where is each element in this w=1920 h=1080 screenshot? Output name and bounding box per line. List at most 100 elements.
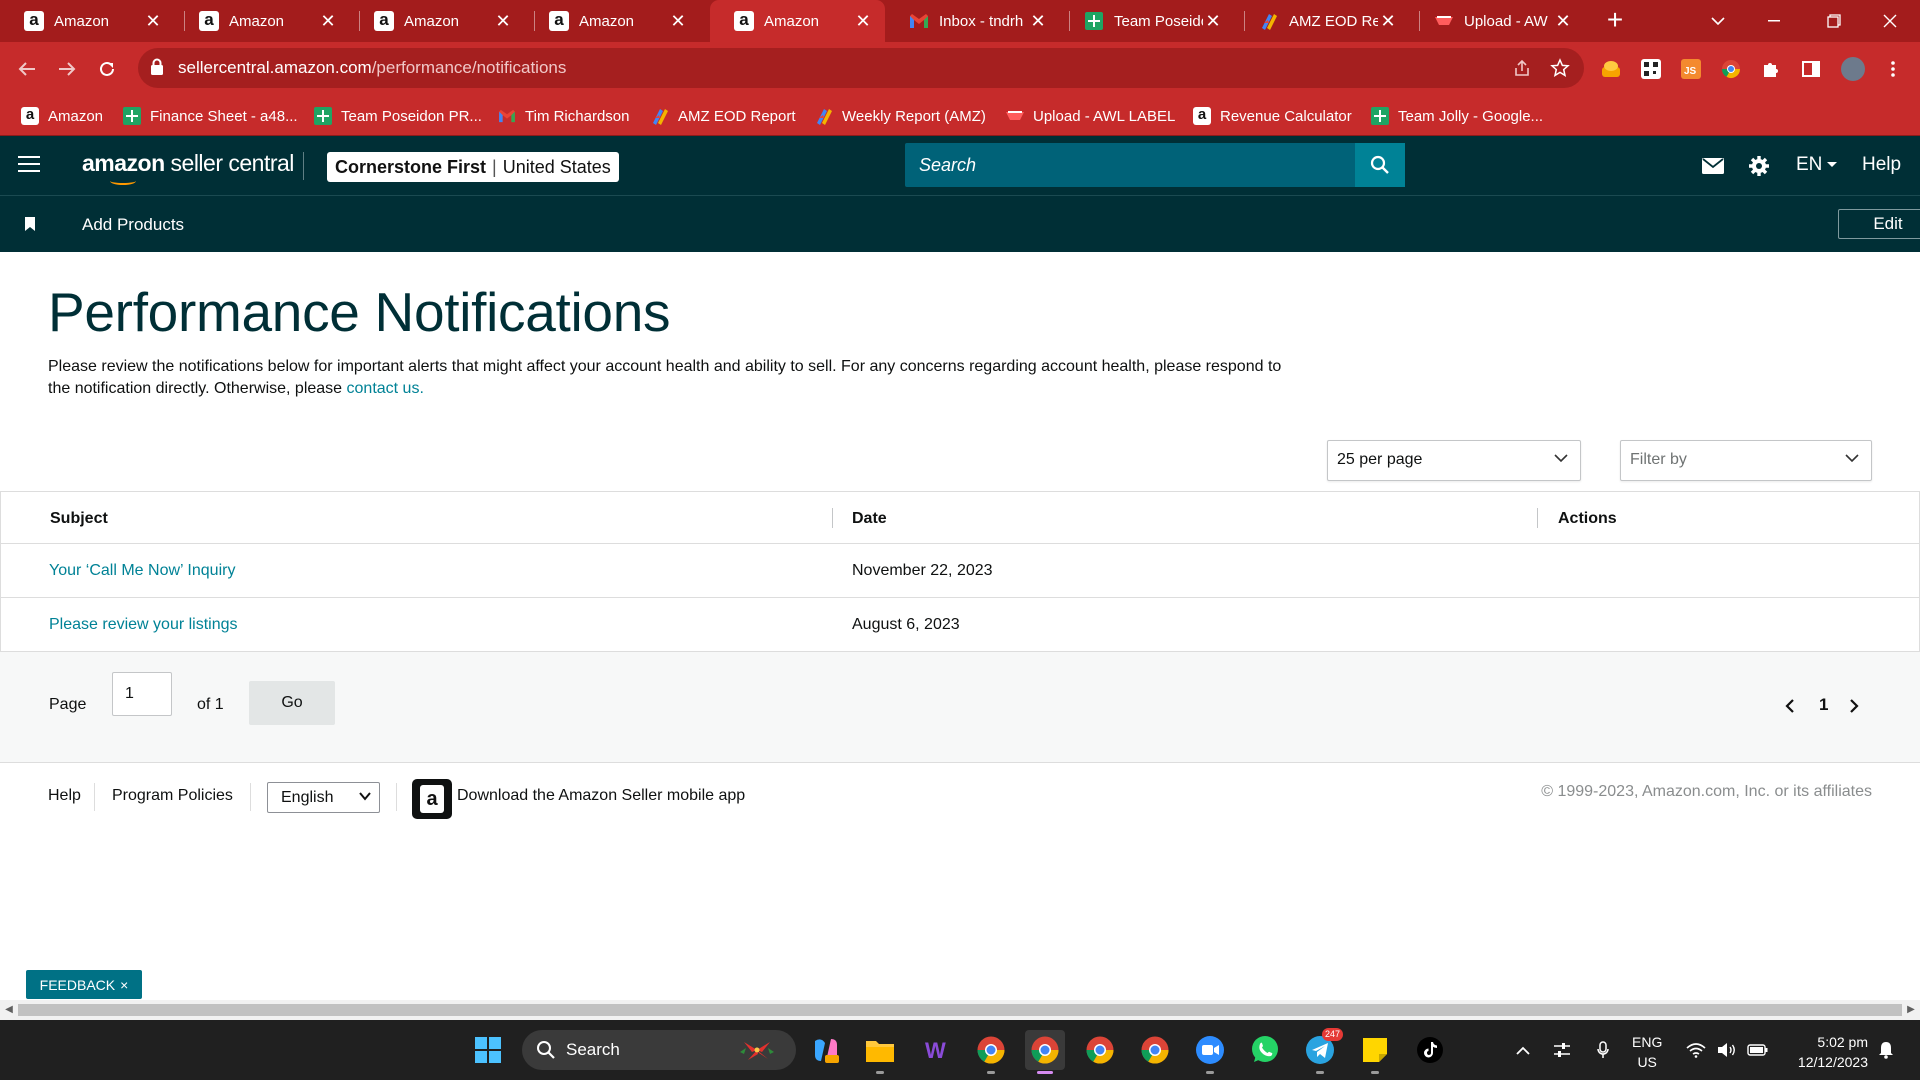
tab-search-icon[interactable] (1692, 0, 1744, 42)
program-policies-link[interactable]: Program Policies (112, 787, 233, 805)
close-tab-icon[interactable]: ✕ (493, 11, 513, 31)
browser-tab[interactable]: Inbox - tndrh ✕ (885, 0, 1060, 42)
footer-language-select[interactable]: English (267, 782, 380, 813)
tiktok-icon[interactable] (1410, 1030, 1450, 1070)
close-tab-icon[interactable]: ✕ (318, 11, 338, 31)
chrome-profile-icon[interactable] (971, 1030, 1011, 1074)
browser-tab[interactable]: a Amazon ✕ (350, 0, 525, 42)
feedback-button[interactable]: FEEDBACK × (26, 970, 142, 999)
contact-us-link[interactable]: contact us. (347, 380, 424, 397)
per-page-dropdown[interactable]: 25 per page (1327, 440, 1581, 481)
microphone-icon[interactable] (1590, 1020, 1616, 1080)
browser-menu-icon[interactable] (1878, 54, 1908, 84)
scroll-right-arrow-icon[interactable]: ▶ (1906, 1005, 1916, 1015)
scroll-left-arrow-icon[interactable]: ◀ (4, 1005, 14, 1015)
bookmark-item[interactable]: Team Poseidon PR... (313, 96, 482, 136)
bookmark-item[interactable]: Finance Sheet - a48... (122, 96, 298, 136)
bookmark-item[interactable]: Upload - AWL LABEL (1005, 96, 1175, 136)
go-button[interactable]: Go (249, 681, 335, 725)
system-clock[interactable]: 5:02 pm 12/12/2023 (1786, 1032, 1868, 1072)
bookmark-item[interactable]: a Amazon (20, 96, 103, 136)
seller-central-logo[interactable]: amazon seller central (82, 150, 294, 185)
whatsapp-icon[interactable] (1245, 1030, 1285, 1070)
file-explorer-icon[interactable] (860, 1030, 900, 1074)
bookmark-item[interactable]: Team Jolly - Google... (1370, 96, 1543, 136)
search-input[interactable]: Search (905, 143, 1405, 187)
app-w-icon[interactable]: W (916, 1030, 956, 1070)
mail-icon[interactable] (1700, 154, 1726, 178)
close-tab-icon[interactable]: ✕ (853, 11, 873, 31)
taskbar-search[interactable]: Search (522, 1030, 796, 1070)
extension-chrome-icon[interactable] (1716, 54, 1746, 84)
bookmark-item[interactable]: AMZ EOD Report (650, 96, 796, 136)
footer-help-link[interactable]: Help (48, 787, 81, 805)
new-tab-button[interactable]: + (1600, 6, 1630, 36)
browser-tab[interactable]: a Amazon ✕ (175, 0, 350, 42)
lock-icon[interactable] (150, 58, 164, 76)
add-products-link[interactable]: Add Products (82, 215, 184, 235)
close-window-icon[interactable] (1862, 0, 1918, 42)
settings-gear-icon[interactable] (1746, 154, 1772, 178)
show-hidden-icons-chevron-icon[interactable] (1510, 1020, 1536, 1080)
browser-tab[interactable]: Upload - AW ✕ (1410, 0, 1585, 42)
download-app-link[interactable]: Download the Amazon Seller mobile app (457, 787, 745, 805)
copilot-icon[interactable] (806, 1030, 846, 1070)
browser-tab[interactable]: Team Poseido ✕ (1060, 0, 1235, 42)
bookmark-item[interactable]: Weekly Report (AMZ) (814, 96, 986, 136)
extension-qr-icon[interactable] (1636, 54, 1666, 84)
battery-icon[interactable] (1744, 1020, 1772, 1080)
zoom-icon[interactable] (1190, 1030, 1230, 1074)
sliders-icon[interactable] (1548, 1020, 1576, 1080)
close-tab-icon[interactable]: ✕ (1378, 11, 1398, 31)
close-tab-icon[interactable]: ✕ (1553, 11, 1573, 31)
notification-subject-link[interactable]: Your ‘Call Me Now’ Inquiry (49, 562, 235, 580)
chevron-right-icon[interactable] (1849, 698, 1859, 714)
url-text[interactable]: sellercentral.amazon.com/performance/not… (178, 58, 566, 78)
store-selector[interactable]: Cornerstone First | United States (327, 152, 619, 182)
notification-bell-icon[interactable] (1872, 1020, 1900, 1080)
close-tab-icon[interactable]: ✕ (1028, 11, 1048, 31)
bookmark-item[interactable]: a Revenue Calculator (1192, 96, 1352, 136)
chrome-profile-icon[interactable] (1080, 1030, 1120, 1070)
language-selector[interactable]: EN (1796, 154, 1838, 176)
extensions-puzzle-icon[interactable] (1756, 54, 1786, 84)
minimize-window-icon[interactable] (1746, 0, 1802, 42)
forward-arrow-icon[interactable] (52, 54, 82, 84)
back-arrow-icon[interactable] (12, 54, 42, 84)
seller-app-icon[interactable]: a (412, 779, 452, 819)
browser-tab[interactable]: a Amazon ✕ (525, 0, 700, 42)
share-icon[interactable] (1511, 57, 1533, 79)
page-number-input[interactable]: 1 (112, 672, 172, 716)
input-language-indicator[interactable]: ENG US (1632, 1032, 1662, 1072)
close-icon[interactable]: × (120, 977, 128, 993)
side-panel-icon[interactable] (1796, 54, 1826, 84)
horizontal-scrollbar[interactable]: ◀ ▶ (0, 1000, 1920, 1020)
notification-subject-link[interactable]: Please review your listings (49, 616, 238, 634)
chrome-profile-icon[interactable] (1135, 1030, 1175, 1070)
extension-honey-icon[interactable] (1596, 54, 1626, 84)
browser-tab[interactable]: a Amazon ✕ (0, 0, 175, 42)
wifi-icon[interactable] (1682, 1020, 1710, 1080)
edit-bookmarks-button[interactable]: Edit (1838, 209, 1920, 239)
filter-dropdown[interactable]: Filter by (1620, 440, 1872, 481)
browser-tab[interactable]: AMZ EOD Re ✕ (1235, 0, 1410, 42)
chrome-active-icon[interactable] (1025, 1030, 1065, 1074)
chevron-left-icon[interactable] (1785, 698, 1795, 714)
profile-avatar[interactable] (1838, 54, 1868, 84)
current-page-number[interactable]: 1 (1819, 695, 1828, 715)
sticky-notes-icon[interactable] (1355, 1030, 1395, 1074)
menu-hamburger-icon[interactable] (18, 156, 40, 174)
bookmark-star-icon[interactable] (1549, 57, 1571, 79)
telegram-icon[interactable]: 247 (1300, 1028, 1344, 1074)
windows-start-icon[interactable] (468, 1030, 508, 1070)
close-tab-icon[interactable]: ✕ (143, 11, 163, 31)
browser-tab-active[interactable]: a Amazon ✕ (710, 0, 885, 42)
extension-js-icon[interactable]: JS (1676, 54, 1706, 84)
reload-icon[interactable] (92, 54, 122, 84)
search-button[interactable] (1355, 143, 1405, 187)
close-tab-icon[interactable]: ✕ (668, 11, 688, 31)
volume-icon[interactable] (1714, 1020, 1740, 1080)
close-tab-icon[interactable]: ✕ (1203, 11, 1223, 31)
bookmark-item[interactable]: Tim Richardson (497, 96, 629, 136)
help-link[interactable]: Help (1862, 154, 1901, 176)
